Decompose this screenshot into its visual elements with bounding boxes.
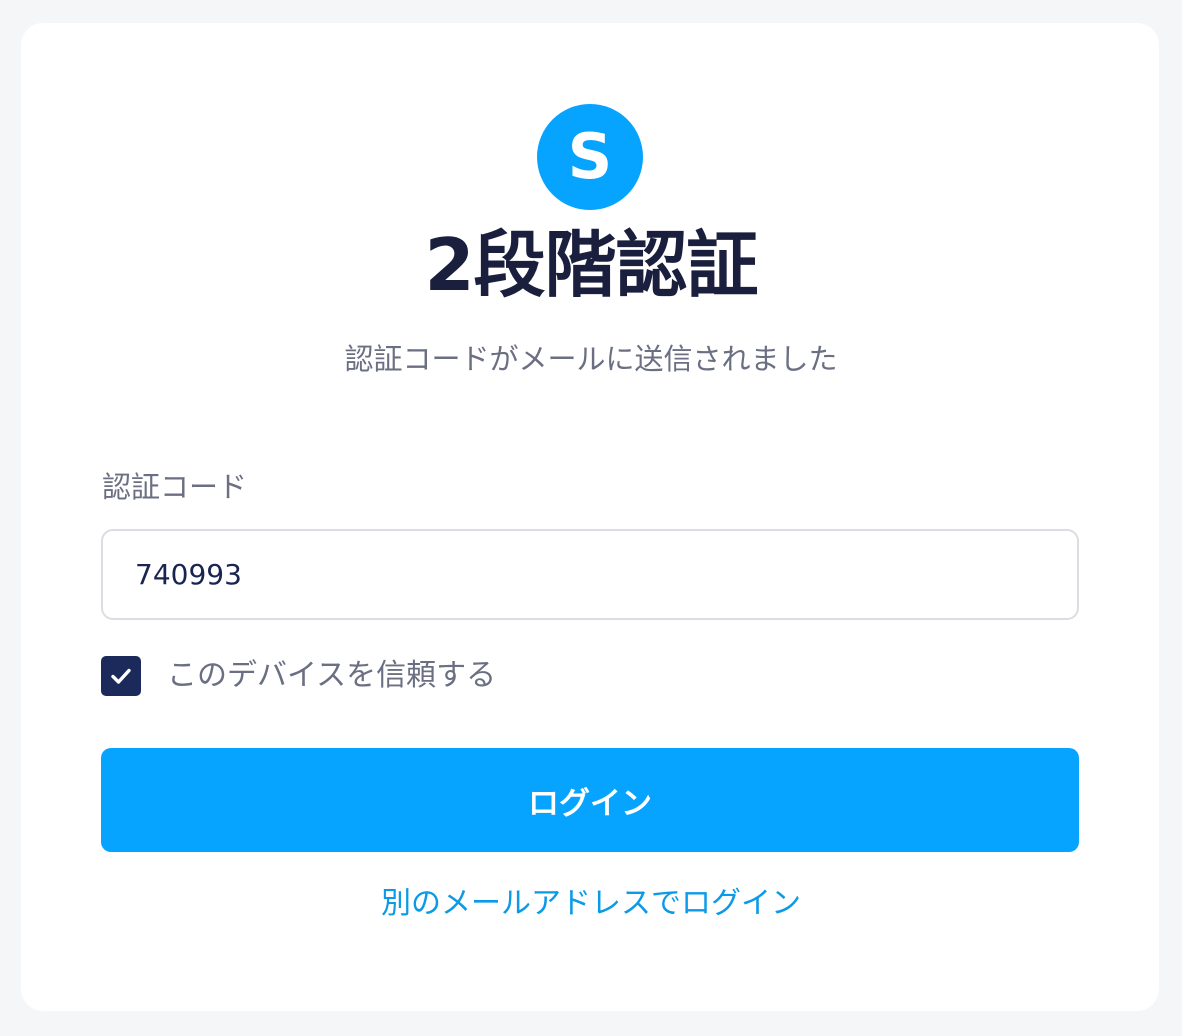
brand-logo-icon: S xyxy=(537,104,643,210)
verification-code-input[interactable] xyxy=(101,529,1079,620)
trust-device-row[interactable]: このデバイスを信頼する xyxy=(101,656,496,696)
trust-device-checkbox[interactable] xyxy=(101,656,141,696)
check-icon xyxy=(111,668,131,684)
login-button[interactable]: ログイン xyxy=(101,748,1079,852)
brand-logo-letter: S xyxy=(567,120,613,193)
trust-device-label[interactable]: このデバイスを信頼する xyxy=(167,658,496,694)
alt-email-login-link[interactable]: 別のメールアドレスでログイン xyxy=(0,886,1182,922)
page-title: 2段階認証 xyxy=(424,223,758,307)
code-field-label: 認証コード xyxy=(102,470,248,504)
page-subtitle: 認証コードがメールに送信されました xyxy=(344,342,838,376)
